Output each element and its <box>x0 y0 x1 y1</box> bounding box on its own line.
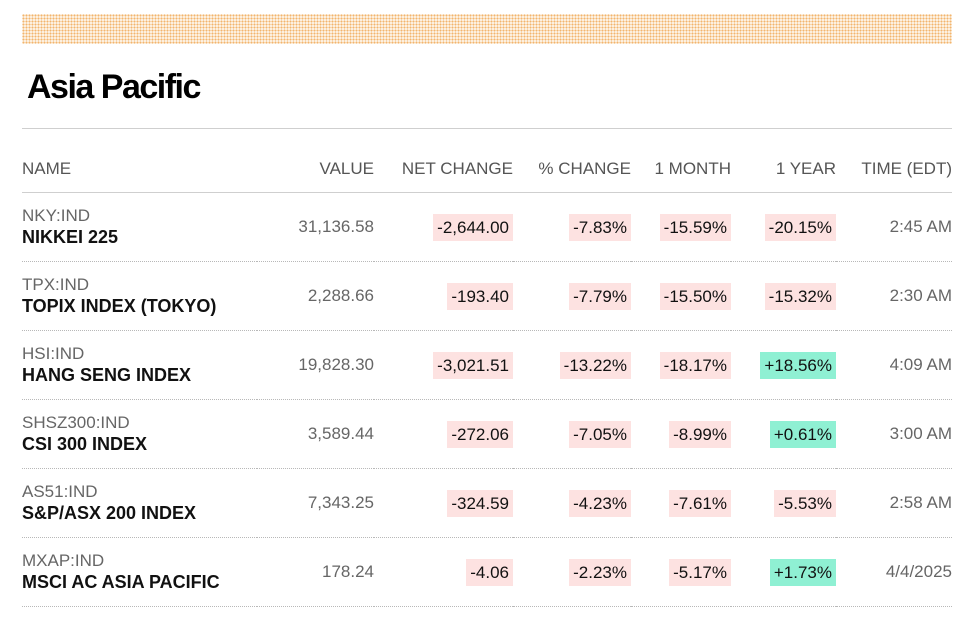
index-name-link[interactable]: CSI 300 INDEX <box>22 433 257 456</box>
ticker-symbol[interactable]: SHSZ300:IND <box>22 412 257 433</box>
index-name-cell[interactable]: MXAP:IND MSCI AC ASIA PACIFIC <box>22 537 257 607</box>
pct-change-cell: -7.83% <box>513 192 631 262</box>
one-year-change-badge: -20.15% <box>764 213 836 241</box>
decorative-dot-pattern <box>22 14 952 44</box>
one-month-change-cell: -15.50% <box>631 261 731 331</box>
table-row[interactable]: NKY:IND NIKKEI 225 31,136.58 -2,644.00 -7.83… <box>22 192 952 262</box>
ticker-symbol[interactable]: NKY:IND <box>22 205 257 226</box>
net-change-badge: -4.06 <box>466 558 513 586</box>
one-month-change-cell: -7.61% <box>631 468 731 538</box>
one-year-change-cell: -15.32% <box>731 261 836 331</box>
net-change-cell: -272.06 <box>374 399 513 469</box>
one-month-change-badge: -15.59% <box>659 213 731 241</box>
one-year-change-badge: +1.73% <box>769 558 836 586</box>
net-change-cell: -3,021.51 <box>374 330 513 400</box>
ticker-symbol[interactable]: AS51:IND <box>22 481 257 502</box>
index-name-link[interactable]: HANG SENG INDEX <box>22 364 257 387</box>
one-month-change-badge: -15.50% <box>659 282 731 310</box>
table-row[interactable]: AS51:IND S&P/ASX 200 INDEX 7,343.25 -324.59… <box>22 468 952 538</box>
divider <box>22 128 952 129</box>
ticker-symbol[interactable]: HSI:IND <box>22 343 257 364</box>
column-header-pct-change[interactable]: % CHANGE <box>513 146 631 193</box>
column-header-name[interactable]: NAME <box>22 146 257 193</box>
net-change-badge: -193.40 <box>447 282 513 310</box>
time-cell: 2:45 AM <box>836 192 952 262</box>
index-name-cell[interactable]: TPX:IND TOPIX INDEX (TOKYO) <box>22 261 257 331</box>
index-name-link[interactable]: NIKKEI 225 <box>22 226 257 249</box>
table-row[interactable]: HSI:IND HANG SENG INDEX 19,828.30 -3,021.51… <box>22 330 952 400</box>
one-year-change-badge: +0.61% <box>769 420 836 448</box>
one-year-change-badge: -15.32% <box>764 282 836 310</box>
pct-change-cell: -7.05% <box>513 399 631 469</box>
index-name-cell[interactable]: NKY:IND NIKKEI 225 <box>22 192 257 262</box>
table-row[interactable]: MXAP:IND MSCI AC ASIA PACIFIC 178.24 -4.06 -… <box>22 537 952 607</box>
net-change-badge: -324.59 <box>447 489 513 517</box>
value-cell: 31,136.58 <box>257 192 374 262</box>
one-month-change-badge: -18.17% <box>659 351 731 379</box>
one-year-change-cell: -20.15% <box>731 192 836 262</box>
net-change-badge: -272.06 <box>447 420 513 448</box>
table-row[interactable]: TPX:IND TOPIX INDEX (TOKYO) 2,288.66 -193.4… <box>22 261 952 331</box>
time-cell: 3:00 AM <box>836 399 952 469</box>
index-name-cell[interactable]: AS51:IND S&P/ASX 200 INDEX <box>22 468 257 538</box>
column-header-1-month[interactable]: 1 MONTH <box>631 146 731 193</box>
index-name-cell[interactable]: HSI:IND HANG SENG INDEX <box>22 330 257 400</box>
one-month-change-cell: -15.59% <box>631 192 731 262</box>
time-cell: 2:30 AM <box>836 261 952 331</box>
one-year-change-cell: -5.53% <box>731 468 836 538</box>
one-year-change-cell: +0.61% <box>731 399 836 469</box>
one-month-change-badge: -7.61% <box>669 489 731 517</box>
value-cell: 2,288.66 <box>257 261 374 331</box>
pct-change-cell: -2.23% <box>513 537 631 607</box>
one-year-change-cell: +18.56% <box>731 330 836 400</box>
pct-change-cell: -7.79% <box>513 261 631 331</box>
index-name-cell[interactable]: SHSZ300:IND CSI 300 INDEX <box>22 399 257 469</box>
value-cell: 3,589.44 <box>257 399 374 469</box>
pct-change-badge: -7.83% <box>569 213 631 241</box>
table-header-row: NAME VALUE NET CHANGE % CHANGE 1 MONTH 1… <box>22 146 952 193</box>
column-header-time[interactable]: TIME (EDT) <box>836 146 952 193</box>
market-quotes-table: NAME VALUE NET CHANGE % CHANGE 1 MONTH 1… <box>22 146 952 607</box>
one-month-change-cell: -8.99% <box>631 399 731 469</box>
net-change-cell: -4.06 <box>374 537 513 607</box>
one-year-change-badge: -5.53% <box>774 489 836 517</box>
pct-change-badge: -7.79% <box>569 282 631 310</box>
one-year-change-cell: +1.73% <box>731 537 836 607</box>
ticker-symbol[interactable]: MXAP:IND <box>22 550 257 571</box>
time-cell: 4:09 AM <box>836 330 952 400</box>
value-cell: 178.24 <box>257 537 374 607</box>
section-title: Asia Pacific <box>27 68 201 106</box>
pct-change-badge: -7.05% <box>569 420 631 448</box>
net-change-badge: -3,021.51 <box>433 351 513 379</box>
value-cell: 19,828.30 <box>257 330 374 400</box>
column-header-value[interactable]: VALUE <box>257 146 374 193</box>
index-name-link[interactable]: MSCI AC ASIA PACIFIC <box>22 571 257 594</box>
value-cell: 7,343.25 <box>257 468 374 538</box>
one-month-change-badge: -8.99% <box>669 420 731 448</box>
index-name-link[interactable]: S&P/ASX 200 INDEX <box>22 502 257 525</box>
one-month-change-cell: -5.17% <box>631 537 731 607</box>
pct-change-badge: -4.23% <box>569 489 631 517</box>
index-name-link[interactable]: TOPIX INDEX (TOKYO) <box>22 295 257 318</box>
net-change-cell: -193.40 <box>374 261 513 331</box>
net-change-cell: -2,644.00 <box>374 192 513 262</box>
time-cell: 4/4/2025 <box>836 537 952 607</box>
ticker-symbol[interactable]: TPX:IND <box>22 274 257 295</box>
one-month-change-cell: -18.17% <box>631 330 731 400</box>
time-cell: 2:58 AM <box>836 468 952 538</box>
pct-change-cell: -4.23% <box>513 468 631 538</box>
net-change-badge: -2,644.00 <box>433 213 513 241</box>
one-month-change-badge: -5.17% <box>669 558 731 586</box>
pct-change-badge: -13.22% <box>559 351 631 379</box>
table-row[interactable]: SHSZ300:IND CSI 300 INDEX 3,589.44 -272.06 -… <box>22 399 952 469</box>
pct-change-cell: -13.22% <box>513 330 631 400</box>
column-header-1-year[interactable]: 1 YEAR <box>731 146 836 193</box>
column-header-net-change[interactable]: NET CHANGE <box>374 146 513 193</box>
net-change-cell: -324.59 <box>374 468 513 538</box>
pct-change-badge: -2.23% <box>569 558 631 586</box>
one-year-change-badge: +18.56% <box>760 351 836 379</box>
